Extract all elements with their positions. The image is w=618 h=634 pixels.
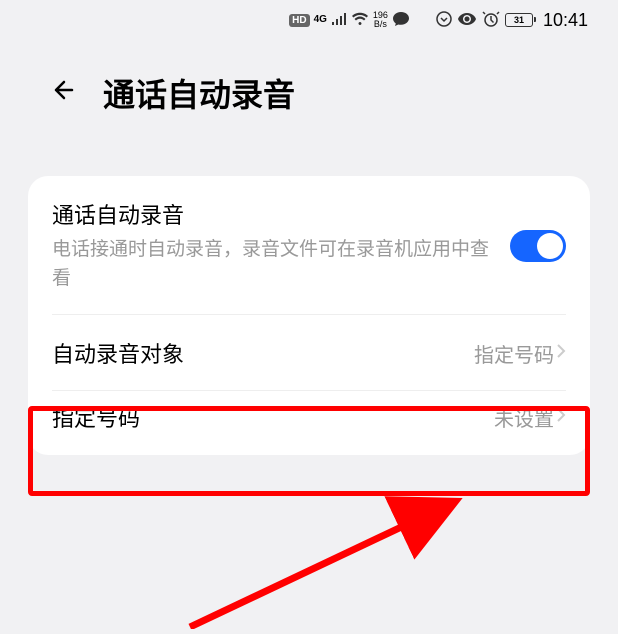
auto-record-toggle[interactable] xyxy=(510,230,566,262)
record-target-value: 指定号码 xyxy=(474,339,554,368)
eye-icon xyxy=(457,12,477,29)
record-target-title: 自动录音对象 xyxy=(52,337,474,369)
specify-number-value-wrap: 未设置 xyxy=(494,403,566,432)
row-record-target[interactable]: 自动录音对象 指定号码 xyxy=(28,315,590,391)
specify-number-value: 未设置 xyxy=(494,403,554,432)
chevron-right-icon xyxy=(556,406,566,429)
page-header: 通话自动录音 xyxy=(0,40,618,136)
wifi-icon xyxy=(351,12,369,29)
specify-number-text: 指定号码 xyxy=(52,401,494,433)
back-arrow-icon[interactable] xyxy=(50,76,78,111)
record-target-value-wrap: 指定号码 xyxy=(474,339,566,368)
signal-gen: 4G xyxy=(314,15,327,25)
net-speed: 196 B/s xyxy=(373,11,388,29)
annotation-arrow-icon xyxy=(170,489,470,629)
status-time: 10:41 xyxy=(543,10,588,31)
auto-record-title: 通话自动录音 xyxy=(52,198,500,230)
specify-number-title: 指定号码 xyxy=(52,401,494,433)
page-title: 通话自动录音 xyxy=(103,70,295,116)
chat-bubble-icon xyxy=(392,11,410,30)
status-right-group: 31 10:41 xyxy=(436,10,588,31)
circle-down-icon xyxy=(436,11,452,30)
status-bar: HD 4G 196 B/s 31 10:41 xyxy=(0,0,618,40)
row-auto-record-text: 通话自动录音 电话接通时自动录音，录音文件可在录音机应用中查看 xyxy=(52,198,500,293)
hd-badge-icon: HD xyxy=(289,14,309,27)
record-target-text: 自动录音对象 xyxy=(52,337,474,369)
auto-record-desc: 电话接通时自动录音，录音文件可在录音机应用中查看 xyxy=(52,236,500,293)
chevron-right-icon xyxy=(556,342,566,365)
row-auto-record: 通话自动录音 电话接通时自动录音，录音文件可在录音机应用中查看 xyxy=(28,176,590,315)
alarm-icon xyxy=(482,10,500,31)
battery-icon: 31 xyxy=(505,13,533,27)
settings-card: 通话自动录音 电话接通时自动录音，录音文件可在录音机应用中查看 自动录音对象 指… xyxy=(28,176,590,455)
status-left-group: HD 4G 196 B/s xyxy=(289,11,410,30)
row-specify-number[interactable]: 指定号码 未设置 xyxy=(28,391,590,455)
signal-bars-icon xyxy=(331,12,347,28)
